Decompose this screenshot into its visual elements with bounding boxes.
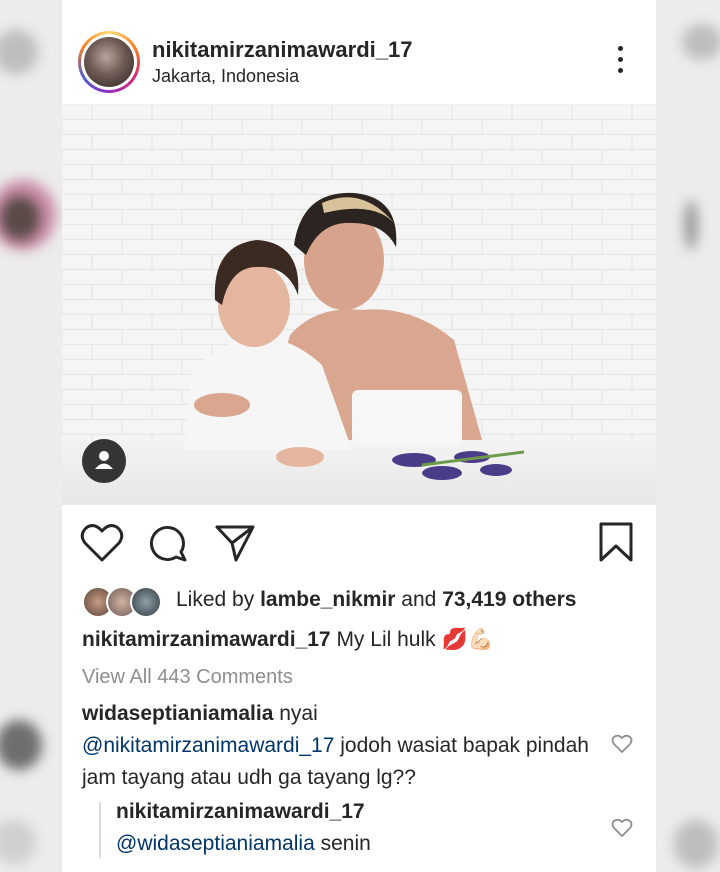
blurred-icon xyxy=(682,24,720,60)
blurred-avatar-inner xyxy=(0,196,40,240)
likes-summary: Liked by lambe_nikmir and 73,419 others xyxy=(176,588,577,611)
blurred-icon xyxy=(0,720,42,770)
share-icon[interactable] xyxy=(214,523,256,568)
post-header: nikitamirzanimawardi_17 Jakarta, Indones… xyxy=(62,0,656,105)
caption-text: My Lil hulk 💋💪🏻 xyxy=(330,628,494,651)
liker-username[interactable]: lambe_nikmir xyxy=(260,588,395,611)
reply-like-heart-icon[interactable] xyxy=(611,817,633,839)
background-left xyxy=(0,0,62,872)
post-location[interactable]: Jakarta, Indonesia xyxy=(152,66,299,87)
liker-avatar xyxy=(130,586,162,618)
post-username[interactable]: nikitamirzanimawardi_17 xyxy=(152,37,412,63)
avatar[interactable] xyxy=(78,31,140,93)
blurred-icon xyxy=(0,820,36,864)
view-all-comments-link[interactable]: View All 443 Comments xyxy=(82,666,293,689)
reply-comment: nikitamirzanimawardi_17 @widaseptianiama… xyxy=(116,800,371,855)
heart-icon[interactable] xyxy=(80,523,124,568)
comment-icon[interactable] xyxy=(148,523,188,568)
post-card: nikitamirzanimawardi_17 Jakarta, Indones… xyxy=(62,0,656,872)
action-bar xyxy=(62,505,656,581)
reply-mention[interactable]: @widaseptianiamalia xyxy=(116,832,315,855)
comment-mention[interactable]: @nikitamirzanimawardi_17 xyxy=(82,734,334,757)
post-photo-image xyxy=(62,105,656,505)
avatar-image xyxy=(84,37,134,87)
comment-username[interactable]: widaseptianiamalia xyxy=(82,702,273,725)
comment-like-heart-icon[interactable] xyxy=(611,733,633,755)
blurred-icon xyxy=(674,820,718,868)
comment: widaseptianiamalia nyai @nikitamirzanima… xyxy=(82,702,589,789)
caption-username[interactable]: nikitamirzanimawardi_17 xyxy=(82,628,331,651)
reply-username[interactable]: nikitamirzanimawardi_17 xyxy=(116,800,365,823)
more-icon[interactable] xyxy=(610,46,630,80)
user-tag-icon[interactable] xyxy=(82,439,126,483)
blurred-icon xyxy=(0,30,38,74)
post-photo[interactable] xyxy=(62,105,656,505)
likes-row[interactable]: Liked by lambe_nikmir and 73,419 others xyxy=(82,584,642,618)
background-right xyxy=(656,0,720,872)
likes-count[interactable]: 73,419 others xyxy=(442,588,576,611)
post-caption: nikitamirzanimawardi_17 My Lil hulk 💋💪🏻 xyxy=(82,628,494,652)
reply-thread-line xyxy=(99,802,101,858)
bookmark-icon[interactable] xyxy=(598,521,634,568)
blurred-icon xyxy=(684,200,698,250)
